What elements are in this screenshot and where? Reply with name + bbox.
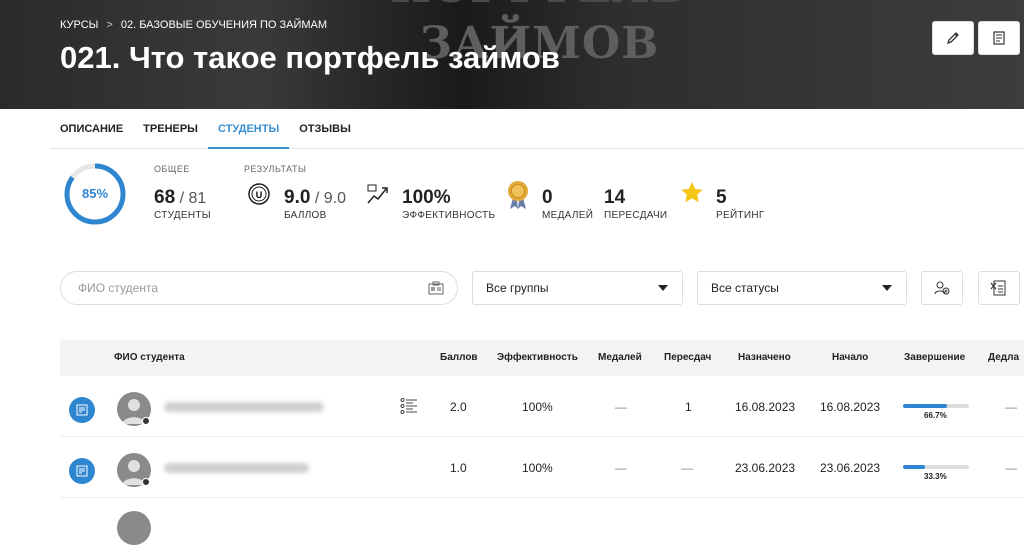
students-caption: СТУДЕНТЫ xyxy=(154,210,211,221)
row-retakes: — xyxy=(681,461,693,475)
completion-progress-fill xyxy=(903,404,948,408)
general-header: ОБЩЕЕ xyxy=(154,164,190,174)
row-assigned: 23.06.2023 xyxy=(735,461,796,475)
row-deadline: — xyxy=(1005,461,1017,475)
document-button[interactable] xyxy=(978,21,1020,55)
student-search-input[interactable]: ФИО студента xyxy=(60,271,458,305)
completion-percent: 33.3% xyxy=(924,472,947,481)
score-icon: U xyxy=(248,183,270,210)
avatar[interactable] xyxy=(117,511,151,545)
breadcrumb-course-group[interactable]: 02. БАЗОВЫЕ ОБУЧЕНИЯ ПО ЗАЙМАМ xyxy=(121,19,327,31)
medals-caption: МЕДАЛЕЙ xyxy=(542,210,594,221)
row-retakes: 1 xyxy=(685,400,692,414)
score-caption: БАЛЛОВ xyxy=(284,210,327,221)
tab-students[interactable]: СТУДЕНТЫ xyxy=(207,109,290,149)
certificate-icon xyxy=(76,404,88,416)
col-deadline[interactable]: Дедла xyxy=(988,352,1019,363)
student-name-redacted[interactable] xyxy=(164,463,309,473)
student-name-redacted[interactable] xyxy=(164,402,324,412)
retakes-caption: ПЕРЕСДАЧИ xyxy=(604,210,668,221)
results-header: РЕЗУЛЬТАТЫ xyxy=(244,164,307,174)
certificate-icon xyxy=(76,465,88,477)
group-select-value: Все группы xyxy=(486,281,549,295)
course-header-banner: ПОРТФЕЛЬ ЗАЙМОВ КУРСЫ > 02. БАЗОВЫЕ ОБУЧ… xyxy=(0,0,1024,109)
row-start: 23.06.2023 xyxy=(820,461,881,475)
completion-progress-fill xyxy=(903,465,925,469)
col-assigned[interactable]: Назначено xyxy=(738,352,791,363)
status-dot xyxy=(142,417,150,425)
completion-progress-bar xyxy=(903,404,969,408)
course-tabs: ОПИСАНИЕ ТРЕНЕРЫ СТУДЕНТЫ ОТЗЫВЫ xyxy=(50,109,1024,149)
row-medals: — xyxy=(615,400,627,414)
rating-caption: РЕЙТИНГ xyxy=(716,210,765,221)
col-completion[interactable]: Завершение xyxy=(904,352,965,363)
col-efficiency[interactable]: Эффективность xyxy=(497,352,578,363)
row-score: 1.0 xyxy=(450,461,467,475)
certificate-button[interactable] xyxy=(69,458,95,484)
medals-value: 0 xyxy=(542,187,553,208)
excel-export-icon xyxy=(990,280,1006,296)
row-start: 16.08.2023 xyxy=(820,400,881,414)
status-select[interactable]: Все статусы xyxy=(697,271,907,305)
breadcrumb-courses[interactable]: КУРСЫ xyxy=(60,19,98,31)
efficiency-caption: ЭФФЕКТИВНОСТЬ xyxy=(402,210,496,221)
table-row[interactable]: 1.0 100% — — 23.06.2023 23.06.2023 33.3%… xyxy=(60,438,1024,498)
col-start[interactable]: Начало xyxy=(832,352,868,363)
completion-progress-bar xyxy=(903,465,969,469)
col-score[interactable]: Баллов xyxy=(440,352,478,363)
tab-trainers[interactable]: ТРЕНЕРЫ xyxy=(133,109,208,149)
tab-reviews[interactable]: ОТЗЫВЫ xyxy=(289,109,361,149)
hero-image-text-line1: ПОРТФЕЛЬ xyxy=(390,0,686,13)
status-select-value: Все статусы xyxy=(711,281,779,295)
score-value: 9.0 / 9.0 xyxy=(284,187,347,208)
medal-icon xyxy=(505,180,531,215)
col-retakes[interactable]: Пересдач xyxy=(664,352,711,363)
document-icon xyxy=(993,31,1005,45)
completion-ring: 85% xyxy=(63,162,127,226)
svg-text:U: U xyxy=(256,190,263,200)
row-deadline: — xyxy=(1005,400,1017,414)
completion-percent: 85% xyxy=(81,186,109,201)
tab-description[interactable]: ОПИСАНИЕ xyxy=(50,109,133,149)
status-dot xyxy=(142,478,150,486)
group-select[interactable]: Все группы xyxy=(472,271,683,305)
breadcrumb-separator: > xyxy=(106,19,113,31)
certificate-button[interactable] xyxy=(69,397,95,423)
id-card-icon[interactable] xyxy=(428,281,444,300)
table-row[interactable]: 2.0 100% — 1 16.08.2023 16.08.2023 66.7%… xyxy=(60,377,1024,437)
table-row[interactable] xyxy=(60,499,1024,559)
chevron-down-icon xyxy=(882,285,892,291)
retakes-value: 14 xyxy=(604,187,626,208)
add-student-button[interactable] xyxy=(921,271,963,305)
star-icon xyxy=(680,181,704,210)
col-medals[interactable]: Медалей xyxy=(598,352,642,363)
row-efficiency: 100% xyxy=(522,461,553,475)
col-name[interactable]: ФИО студента xyxy=(114,352,185,363)
pencil-icon xyxy=(946,32,959,45)
students-table-header: ФИО студента Баллов Эффективность Медале… xyxy=(60,340,1024,376)
checklist-icon[interactable] xyxy=(400,397,418,420)
row-medals: — xyxy=(615,461,627,475)
rating-value: 5 xyxy=(716,187,727,208)
chevron-down-icon xyxy=(658,285,668,291)
user-add-icon xyxy=(934,281,950,295)
page-title: 021. Что такое портфель займов xyxy=(60,40,560,75)
row-assigned: 16.08.2023 xyxy=(735,400,796,414)
edit-button[interactable] xyxy=(932,21,974,55)
row-score: 2.0 xyxy=(450,400,467,414)
efficiency-value: 100% xyxy=(402,187,451,208)
breadcrumb: КУРСЫ > 02. БАЗОВЫЕ ОБУЧЕНИЯ ПО ЗАЙМАМ xyxy=(60,19,327,31)
row-efficiency: 100% xyxy=(522,400,553,414)
completion-percent: 66.7% xyxy=(924,411,947,420)
export-button[interactable] xyxy=(978,271,1020,305)
efficiency-icon xyxy=(366,183,390,212)
students-count: 68 / 81 xyxy=(154,187,207,208)
